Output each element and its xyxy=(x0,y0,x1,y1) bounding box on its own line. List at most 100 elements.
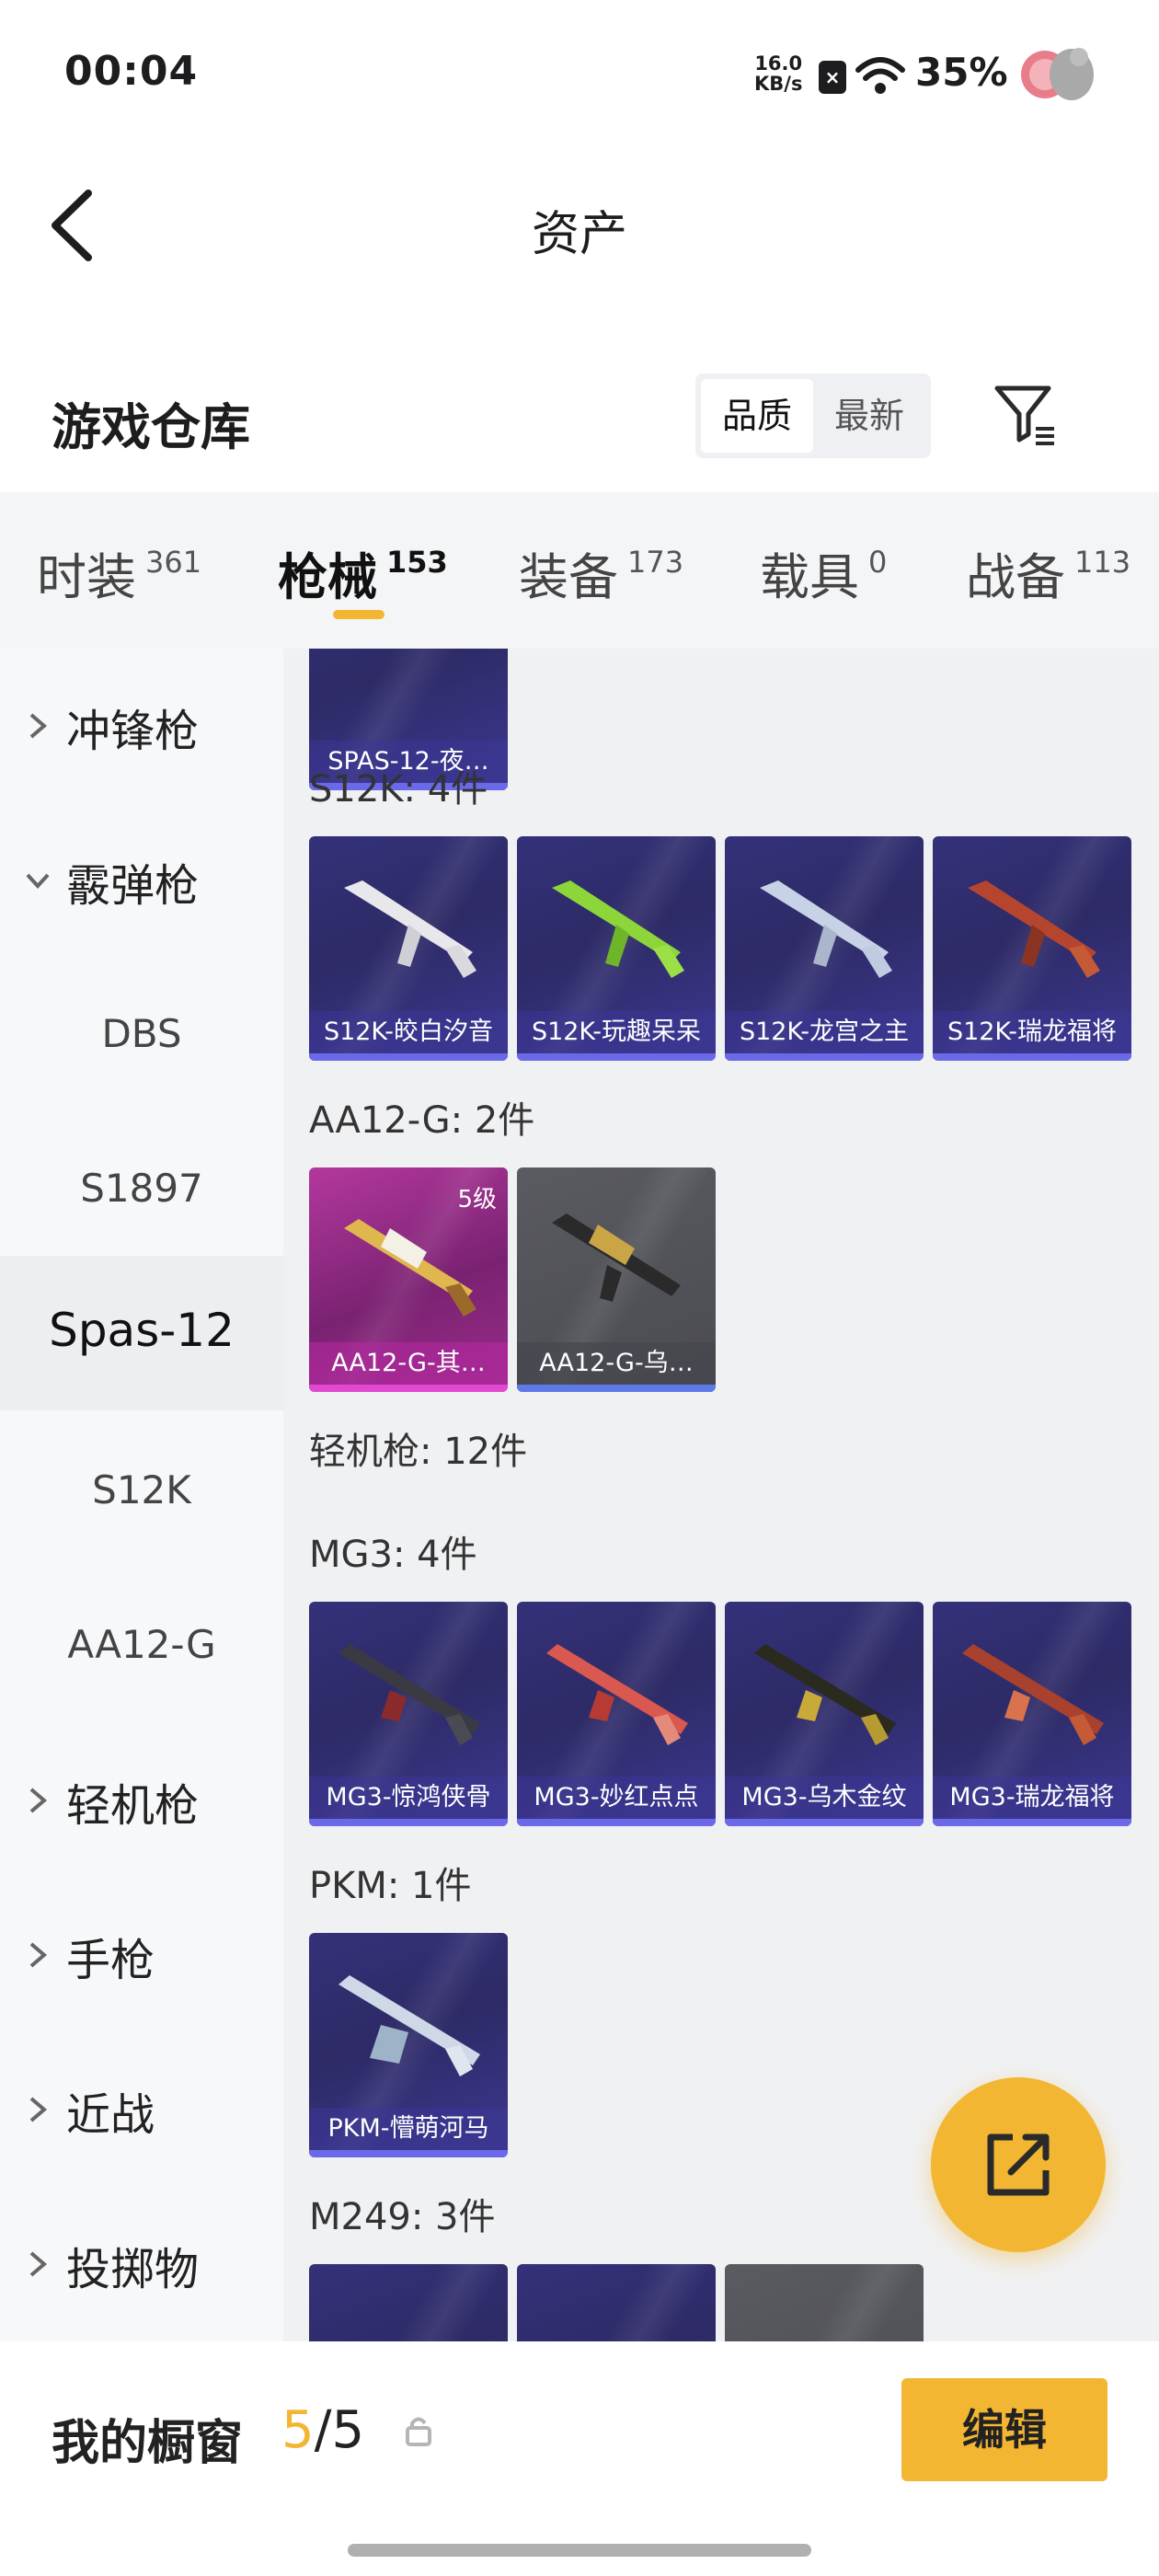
weapon-card-name: S12K-瑞龙福将 xyxy=(933,1011,1131,1053)
weapon-card-name: MG3-妙红点点 xyxy=(517,1777,716,1819)
sidebar-item-smg[interactable]: 冲锋枪 xyxy=(0,649,283,803)
showcase-label: 我的橱窗 xyxy=(52,2416,244,2471)
showcase-count: 5/5 xyxy=(281,2400,364,2460)
rarity-bar xyxy=(725,1819,924,1826)
tab-vehicles[interactable]: 载具 0 xyxy=(760,536,887,609)
rarity-bar xyxy=(309,1385,508,1392)
sort-option-latest[interactable]: 最新 xyxy=(813,379,925,453)
rarity-bar xyxy=(517,1819,716,1826)
tab-count: 0 xyxy=(868,545,888,580)
weapon-card[interactable]: MG3-惊鸿侠骨 xyxy=(309,1602,508,1826)
lock-icon xyxy=(406,2417,431,2446)
gun-image-icon xyxy=(552,880,684,978)
sidebar-item-pistol[interactable]: 手枪 xyxy=(0,1878,283,2032)
gun-image-icon xyxy=(339,1644,480,1745)
sidebar-item-label: 冲锋枪 xyxy=(66,706,200,757)
gun-image-icon xyxy=(546,1644,688,1745)
gun-image-icon xyxy=(344,880,476,978)
section-heading: PKM: 1件 xyxy=(309,1865,472,1907)
tab-count: 361 xyxy=(145,545,202,580)
sort-toggle: 品质 最新 xyxy=(695,374,931,458)
chevron-right-icon xyxy=(29,713,48,739)
title-bar: 资产 xyxy=(0,147,1159,304)
gun-image-icon xyxy=(968,880,1100,978)
home-indicator[interactable] xyxy=(348,2544,811,2557)
showcase-max: 5 xyxy=(331,2400,365,2460)
sidebar-item-label: DBS xyxy=(101,1011,182,1056)
rarity-bar xyxy=(933,1819,1131,1826)
section-heading: AA12-G: 2件 xyxy=(309,1099,535,1142)
weapon-card[interactable]: 5级 AA12-G-其… xyxy=(309,1167,508,1392)
chevron-down-icon xyxy=(26,873,50,889)
rarity-bar xyxy=(309,1053,508,1061)
weapon-card-name: S12K-皎白汐音 xyxy=(309,1011,508,1053)
battery-level: 35% xyxy=(915,50,1008,95)
showcase-separator: / xyxy=(314,2400,332,2460)
sidebar-subitem-dbs[interactable]: DBS xyxy=(0,958,283,1112)
rarity-bar xyxy=(933,1053,1131,1061)
weapon-card[interactable] xyxy=(517,2264,716,2341)
tab-firearms[interactable]: 枪械 153 xyxy=(278,536,448,609)
rarity-bar xyxy=(725,1053,924,1061)
share-button[interactable] xyxy=(931,2077,1106,2252)
sidebar-subitem-aa12g[interactable]: AA12-G xyxy=(0,1569,283,1723)
weapon-type-sidebar: 冲锋枪 霰弹枪 DBS S1897 Spas-12 S12K AA12-G 轻机… xyxy=(0,649,283,2341)
active-tab-indicator xyxy=(333,610,384,619)
tab-equipment[interactable]: 装备 173 xyxy=(519,536,683,609)
weapon-card[interactable]: S12K-玩趣呆呆 xyxy=(517,836,716,1061)
warehouse-header: 游戏仓库 品质 最新 xyxy=(0,359,1159,488)
gun-image-icon xyxy=(760,880,892,978)
sidebar-subitem-s1897[interactable]: S1897 xyxy=(0,1112,283,1267)
sidebar-subitem-spas12[interactable]: Spas-12 xyxy=(0,1256,283,1410)
weapon-card-name: AA12-G-其… xyxy=(309,1342,508,1385)
edit-button[interactable]: 编辑 xyxy=(901,2378,1107,2481)
sidebar-subitem-s12k[interactable]: S12K xyxy=(0,1414,283,1569)
section-heading: MG3: 4件 xyxy=(309,1534,477,1576)
gun-image-icon xyxy=(552,1213,681,1302)
weapon-card[interactable]: MG3-乌木金纹 xyxy=(725,1602,924,1826)
share-icon xyxy=(987,2133,1050,2196)
sidebar-item-label: 投掷物 xyxy=(66,2244,200,2295)
weapon-card-name: PKM-懵萌河马 xyxy=(309,2108,508,2150)
section-heading: M249: 3件 xyxy=(309,2196,496,2238)
weapon-card[interactable]: PKM-懵萌河马 xyxy=(309,1933,508,2157)
sidebar-item-melee[interactable]: 近战 xyxy=(0,2032,283,2187)
filter-icon[interactable] xyxy=(992,383,1058,449)
sim-icon: × xyxy=(819,61,846,94)
sidebar-item-throwables[interactable]: 投掷物 xyxy=(0,2187,283,2341)
wifi-icon xyxy=(855,57,905,94)
tab-label: 载具 xyxy=(760,548,859,606)
weapon-card[interactable]: AA12-G-乌… xyxy=(517,1167,716,1392)
tab-count: 173 xyxy=(627,545,684,580)
sidebar-item-shotgun[interactable]: 霰弹枪 xyxy=(0,803,283,958)
rarity-bar xyxy=(517,1053,716,1061)
gun-image-icon xyxy=(339,1975,480,2076)
weapon-card[interactable]: MG3-妙红点点 xyxy=(517,1602,716,1826)
sort-option-quality[interactable]: 品质 xyxy=(701,379,813,453)
tab-fashion[interactable]: 时装 361 xyxy=(37,536,201,609)
sidebar-item-lmg[interactable]: 轻机枪 xyxy=(0,1723,283,1878)
weapon-card[interactable] xyxy=(725,2264,924,2341)
chevron-right-icon xyxy=(29,2251,48,2277)
tab-count: 153 xyxy=(386,545,448,580)
weapon-card[interactable]: S12K-瑞龙福将 xyxy=(933,836,1131,1061)
showcase-bar: 我的橱窗 5/5 编辑 xyxy=(0,2341,1159,2576)
gun-image-icon xyxy=(344,1219,476,1317)
tab-label: 装备 xyxy=(519,548,618,606)
category-tabs: 时装 361 枪械 153 装备 173 载具 0 战备 113 xyxy=(0,492,1159,649)
status-bar: 00:04 16.0 KB/s × 35% xyxy=(0,0,1159,147)
section-heading: 轻机枪: 12件 xyxy=(309,1431,528,1473)
section-heading: S12K: 4件 xyxy=(309,768,488,811)
weapon-card-name: MG3-瑞龙福将 xyxy=(933,1777,1131,1819)
weapon-card[interactable]: S12K-皎白汐音 xyxy=(309,836,508,1061)
weapon-card[interactable] xyxy=(309,2264,508,2341)
warehouse-title: 游戏仓库 xyxy=(52,398,250,456)
weapon-card-name: S12K-龙宫之主 xyxy=(725,1011,924,1053)
gun-image-icon xyxy=(754,1644,896,1745)
weapon-card[interactable]: S12K-龙宫之主 xyxy=(725,836,924,1061)
chevron-right-icon xyxy=(29,2097,48,2122)
weapon-card[interactable]: MG3-瑞龙福将 xyxy=(933,1602,1131,1826)
sidebar-item-label: 轻机枪 xyxy=(66,1780,200,1832)
rarity-bar xyxy=(517,1385,716,1392)
tab-supplies[interactable]: 战备 113 xyxy=(966,536,1130,609)
